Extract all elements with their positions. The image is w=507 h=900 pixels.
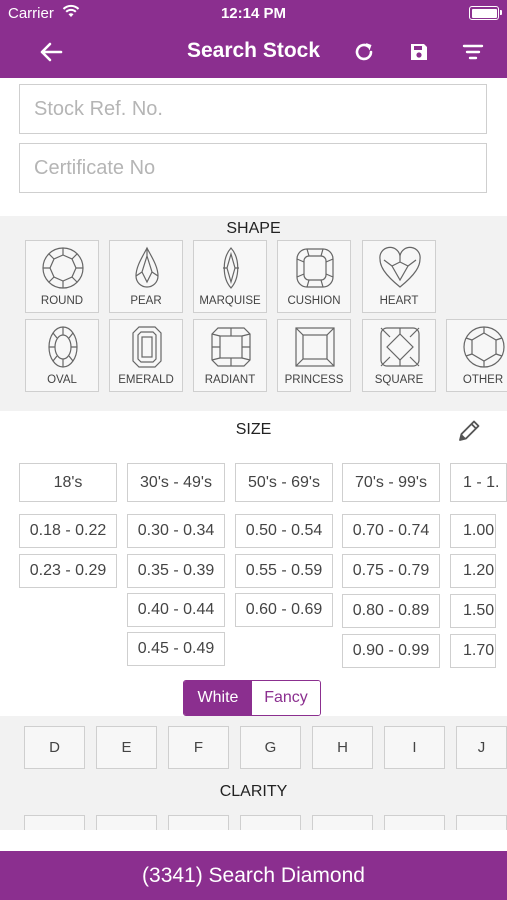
size-range-1-70[interactable]: 1.70 - [450, 634, 496, 668]
app-header: Carrier 12:14 PM Search Stock [0, 0, 507, 78]
shape-pear[interactable]: PEAR [109, 240, 183, 313]
size-range-0-60[interactable]: 0.60 - 0.69 [235, 593, 333, 627]
size-range-0-90[interactable]: 0.90 - 0.99 [342, 634, 440, 668]
certificate-input[interactable] [19, 143, 487, 193]
color-section: D E F G H I J CLARITY [0, 716, 507, 830]
nav-bar: Search Stock [0, 26, 507, 78]
shape-other[interactable]: OTHER [446, 319, 507, 392]
fancy-toggle-button[interactable]: Fancy [252, 681, 320, 715]
emerald-diamond-icon [132, 326, 162, 368]
shape-cushion[interactable]: CUSHION [277, 240, 351, 313]
shape-label: OVAL [47, 374, 77, 386]
save-button[interactable] [405, 38, 433, 66]
clarity-title: CLARITY [219, 783, 288, 800]
princess-diamond-icon [295, 327, 335, 367]
status-time: 12:14 PM [220, 5, 287, 22]
save-icon [411, 44, 427, 60]
shape-heart[interactable]: HEART [362, 240, 436, 313]
size-group-50s-69s[interactable]: 50's - 69's [235, 463, 333, 502]
stock-ref-input[interactable] [19, 84, 487, 134]
size-range-0-18[interactable]: 0.18 - 0.22 [19, 514, 117, 548]
clarity-option[interactable] [456, 815, 507, 830]
color-d[interactable]: D [24, 726, 85, 769]
marquise-diamond-icon [223, 247, 239, 289]
color-i[interactable]: I [384, 726, 445, 769]
shape-title: SHAPE [226, 220, 281, 237]
battery-icon [469, 6, 502, 20]
color-e[interactable]: E [96, 726, 157, 769]
size-range-0-80[interactable]: 0.80 - 0.89 [342, 594, 440, 628]
clarity-option[interactable] [384, 815, 445, 830]
shape-label: RADIANT [204, 374, 256, 386]
shape-label: PEAR [130, 295, 162, 307]
other-diamond-icon [463, 326, 505, 368]
shape-section: SHAPE ROUND PEAR MARQUISE CUSHION HEART … [0, 216, 507, 411]
edit-size-button[interactable] [456, 418, 482, 444]
shape-radiant[interactable]: RADIANT [193, 319, 267, 392]
round-diamond-icon [42, 247, 84, 289]
size-range-0-45[interactable]: 0.45 - 0.49 [127, 632, 225, 666]
shape-emerald[interactable]: EMERALD [109, 319, 183, 392]
shape-oval[interactable]: OVAL [25, 319, 99, 392]
radiant-diamond-icon [211, 327, 251, 367]
square-diamond-icon [380, 327, 420, 367]
shape-label: SQUARE [374, 374, 424, 386]
shape-label: CUSHION [287, 295, 341, 307]
clarity-option[interactable] [240, 815, 301, 830]
color-j[interactable]: J [456, 726, 507, 769]
shape-square[interactable]: SQUARE [362, 319, 436, 392]
size-range-1-20[interactable]: 1.20 - [450, 554, 496, 588]
size-title: SIZE [235, 421, 272, 438]
color-h[interactable]: H [312, 726, 373, 769]
heart-diamond-icon [379, 246, 421, 288]
shape-princess[interactable]: PRINCESS [277, 319, 351, 392]
refresh-icon [355, 43, 373, 61]
refresh-button[interactable] [350, 38, 378, 66]
size-range-1-00[interactable]: 1.00 [450, 514, 496, 548]
search-form: SHAPE ROUND PEAR [0, 78, 507, 830]
size-group-70s-99s[interactable]: 70's - 99's [342, 463, 440, 502]
filter-icon [462, 44, 484, 60]
pear-diamond-icon [135, 246, 159, 288]
status-bar: Carrier 12:14 PM [0, 0, 507, 26]
size-group-1ct[interactable]: 1 - 1. [450, 463, 507, 502]
size-range-0-23[interactable]: 0.23 - 0.29 [19, 554, 117, 588]
clarity-option[interactable] [168, 815, 229, 830]
size-range-0-30[interactable]: 0.30 - 0.34 [127, 514, 225, 548]
oval-diamond-icon [48, 326, 78, 368]
shape-label: PRINCESS [284, 374, 344, 386]
shape-label: OTHER [462, 374, 504, 386]
white-toggle-button[interactable]: White [184, 681, 252, 715]
shape-label: EMERALD [118, 374, 174, 386]
search-diamond-button[interactable]: (3341) Search Diamond [0, 851, 507, 900]
size-range-0-40[interactable]: 0.40 - 0.44 [127, 593, 225, 627]
clarity-option[interactable] [312, 815, 373, 830]
size-range-0-70[interactable]: 0.70 - 0.74 [342, 514, 440, 548]
clarity-option[interactable] [96, 815, 157, 830]
color-f[interactable]: F [168, 726, 229, 769]
size-group-18s[interactable]: 18's [19, 463, 117, 502]
color-g[interactable]: G [240, 726, 301, 769]
shape-label: MARQUISE [199, 295, 261, 307]
size-range-0-50[interactable]: 0.50 - 0.54 [235, 514, 333, 548]
shape-marquise[interactable]: MARQUISE [193, 240, 267, 313]
shape-round[interactable]: ROUND [25, 240, 99, 313]
shape-label: ROUND [40, 295, 84, 307]
pencil-icon [459, 420, 480, 441]
size-range-0-55[interactable]: 0.55 - 0.59 [235, 554, 333, 588]
cushion-diamond-icon [296, 248, 334, 288]
color-type-toggle: White Fancy [183, 680, 321, 716]
size-range-1-50[interactable]: 1.50 [450, 594, 496, 628]
filter-button[interactable] [459, 38, 487, 66]
size-group-30s-49s[interactable]: 30's - 49's [127, 463, 225, 502]
size-range-0-75[interactable]: 0.75 - 0.79 [342, 554, 440, 588]
shape-label: HEART [379, 295, 419, 307]
clarity-option[interactable] [24, 815, 85, 830]
size-range-0-35[interactable]: 0.35 - 0.39 [127, 554, 225, 588]
